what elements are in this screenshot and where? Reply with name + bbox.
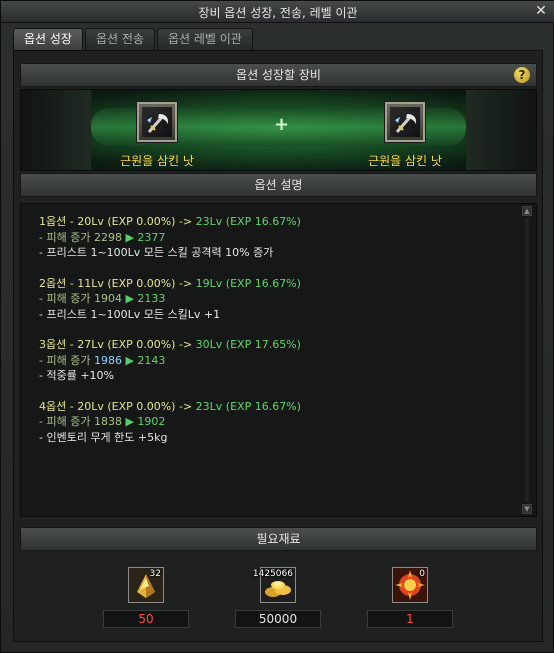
description-box[interactable]: 1옵션 - 20Lv (EXP 0.00%) -> 23Lv (EXP 16.6… [20,203,537,517]
option-entry-4: 4옵션 - 20Lv (EXP 0.00%) -> 23Lv (EXP 16.6… [39,399,509,446]
tab-option-growth[interactable]: 옵션 성장 [13,28,83,50]
option-head: 4옵션 - 20Lv (EXP 0.00%) -> [39,399,196,413]
left-ornament [21,90,91,170]
option-effect: - 프리스트 1~100Lv 모든 스킬Lv +1 [39,307,221,321]
scroll-up-icon[interactable]: ▲ [522,206,532,216]
option-result: 23Lv (EXP 16.67%) [195,215,301,228]
tab-option-level-transfer[interactable]: 옵션 레벨 이관 [156,28,253,50]
damage-from: 1986 [93,353,122,367]
option-effect: - 적중률 +10% [39,369,114,382]
option-result: 30Lv (EXP 17.65%) [195,338,301,351]
required-amount: 50 [103,610,189,628]
equipment-option-window: 장비 옵션 성장, 전송, 레벨 이관 ✕ 옵션 성장 옵션 전송 옵션 레벨 … [0,0,554,653]
option-list: 1옵션 - 20Lv (EXP 0.00%) -> 23Lv (EXP 16.6… [39,214,509,460]
plus-icon: + [274,114,290,135]
description-title: 옵션 설명 [254,178,303,192]
required-amount: 1 [367,610,453,628]
damage-from: 1838 [93,415,122,428]
materials-title: 필요재료 [256,532,301,546]
option-entry-3: 3옵션 - 27Lv (EXP 0.00%) -> 30Lv (EXP 17.6… [39,337,509,384]
description-header: 옵션 설명 [20,173,537,197]
tab-bar: 옵션 성장 옵션 전송 옵션 레벨 이관 [13,28,253,50]
owned-count: 0 [419,569,425,579]
option-entry-1: 1옵션 - 20Lv (EXP 0.00%) -> 23Lv (EXP 16.6… [39,214,509,261]
main-panel: 옵션 성장할 장비 ? 근원을 삼킨 낫 + 근원을 삼킨 낫 옵션 설명 1옵… [13,50,543,642]
material-slot-gold[interactable]: 1425066 [253,567,296,603]
left-gear-name: 근원을 삼킨 낫 [120,154,194,168]
title-bar[interactable]: 장비 옵션 성장, 전송, 레벨 이관 ✕ [1,1,554,23]
option-head: 2옵션 - 11Lv (EXP 0.00%) -> [39,276,196,290]
help-icon[interactable]: ? [514,67,530,83]
scythe-icon [147,114,169,133]
materials-header: 필요재료 [20,527,537,551]
option-result: 19Lv (EXP 16.67%) [195,276,301,290]
material-slot-orb[interactable]: 0 [392,567,428,603]
damage-label: - 피해 증가 [39,230,94,244]
option-effect: - 프리스트 1~100Lv 모든 스킬 공격력 10% 증가 [39,246,274,259]
damage-to: 1902 [137,415,166,428]
option-result: 23Lv (EXP 16.67%) [195,399,301,413]
damage-label: - 피해 증가 [39,353,94,367]
option-head: 1옵션 - 20Lv (EXP 0.00%) -> [39,215,196,228]
gear-section-header: 옵션 성장할 장비 ? [20,63,537,87]
required-amount: 50000 [235,610,321,628]
arrow-right-icon: ▶ [125,415,134,428]
damage-to: 2133 [137,292,166,305]
option-head: 3옵션 - 27Lv (EXP 0.00%) -> [39,338,196,351]
right-ornament [466,90,536,170]
arrow-right-icon: ▶ [125,230,134,244]
option-effect: - 인벤토리 무게 한도 +5kg [39,430,168,444]
damage-to: 2377 [137,230,166,244]
left-gear-slot[interactable] [137,102,177,142]
right-gear-slot[interactable] [385,102,425,142]
owned-count: 1425066 [252,569,293,579]
damage-label: - 피해 증가 [39,292,94,305]
scroll-down-icon[interactable]: ▼ [522,504,532,514]
description-scrollbar[interactable]: ▲ ▼ [522,206,532,514]
window-title: 장비 옵션 성장, 전송, 레벨 이관 [198,6,358,20]
damage-from: 2298 [93,230,122,244]
tab-option-transfer[interactable]: 옵션 전송 [84,28,155,50]
damage-from: 1904 [93,292,122,305]
arrow-right-icon: ▶ [125,292,134,305]
gear-section-title: 옵션 성장할 장비 [236,68,321,82]
arrow-right-icon: ▶ [125,353,134,367]
scroll-track[interactable] [525,218,529,502]
right-gear-name: 근원을 삼킨 낫 [368,154,442,168]
close-icon[interactable]: ✕ [533,3,549,19]
owned-count: 32 [149,569,161,579]
option-entry-2: 2옵션 - 11Lv (EXP 0.00%) -> 19Lv (EXP 16.6… [39,276,509,323]
damage-to: 2143 [137,353,166,367]
gear-display-area: 근원을 삼킨 낫 + 근원을 삼킨 낫 [20,89,537,171]
damage-label: - 피해 증가 [39,415,94,428]
material-slot-crystal[interactable]: 32 [128,567,164,603]
scythe-icon [395,114,417,133]
